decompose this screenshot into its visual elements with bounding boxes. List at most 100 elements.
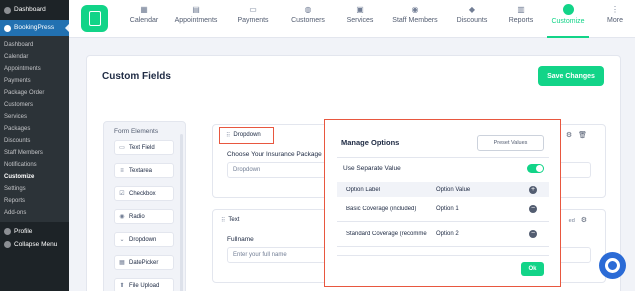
- nav-services[interactable]: ▣ Services: [343, 6, 377, 38]
- wp-submenu-dashboard[interactable]: Dashboard: [0, 39, 69, 51]
- use-separate-value-toggle[interactable]: [527, 164, 544, 173]
- appointments-icon: ▤: [192, 5, 200, 14]
- table-row: Basic Coverage (included) Option 1 −: [337, 197, 549, 222]
- lifebuoy-icon: [605, 258, 620, 273]
- wp-submenu-appointments[interactable]: Appointments: [0, 63, 69, 75]
- options-table: Option Label Option Value + Basic Covera…: [337, 182, 549, 247]
- radio-icon: ◉: [119, 213, 125, 220]
- form-elements-panel: Form Elements ▭ Text Field ≡ Textarea ☑ …: [103, 121, 186, 291]
- option-value-cell[interactable]: Option 2: [436, 231, 459, 237]
- reports-icon: ▥: [517, 5, 525, 14]
- option-label-cell[interactable]: Basic Coverage (included): [346, 206, 430, 212]
- wp-submenu-services[interactable]: Services: [0, 111, 69, 123]
- form-element-checkbox[interactable]: ☑ Checkbox: [114, 186, 174, 201]
- nav-customers-label: Customers: [291, 17, 325, 24]
- wp-submenu-payments[interactable]: Payments: [0, 75, 69, 87]
- wp-submenu-staff-members[interactable]: Staff Members: [0, 147, 69, 159]
- add-option-icon[interactable]: +: [529, 185, 537, 194]
- text-field-actions: ed ⚙: [569, 216, 587, 224]
- nav-reports[interactable]: ▥ Reports: [507, 6, 535, 38]
- option-label-header: Option Label: [346, 186, 381, 193]
- form-element-label: Text Field: [129, 144, 155, 151]
- nav-customize[interactable]: Customize: [547, 4, 589, 38]
- nav-more-label: More: [607, 17, 623, 24]
- form-element-file-upload[interactable]: ⬆ File Upload: [114, 278, 174, 291]
- drag-handle-icon[interactable]: ⠿: [221, 217, 226, 224]
- wp-menu-profile[interactable]: Profile: [0, 225, 69, 238]
- manage-options-title: Manage Options: [341, 138, 400, 147]
- dropdown-field-type-highlight[interactable]: ⠿ Dropdown: [219, 126, 274, 144]
- use-separate-value-label: Use Separate Value: [343, 165, 401, 172]
- ok-button[interactable]: Ok: [521, 262, 544, 276]
- text-field-placeholder: Enter your full name: [233, 252, 287, 258]
- wp-menu-dashboard[interactable]: Dashboard: [0, 0, 69, 20]
- form-element-label: File Upload: [129, 282, 160, 289]
- nav-calendar-label: Calendar: [129, 17, 159, 24]
- form-element-dropdown[interactable]: ⌄ Dropdown: [114, 232, 174, 247]
- option-value-cell[interactable]: Option 1: [436, 206, 459, 212]
- drag-handle-icon[interactable]: ⠿: [226, 132, 231, 139]
- table-row: Standard Coverage (recomme Option 2 −: [337, 222, 549, 247]
- wp-menu-bookingpress[interactable]: BookingPress: [0, 20, 69, 36]
- wp-submenu-add-ons[interactable]: Add-ons: [0, 207, 69, 219]
- delete-icon[interactable]: 🗑: [578, 132, 587, 139]
- nav-payments[interactable]: ▭ Payments: [235, 6, 271, 38]
- wp-submenu-discounts[interactable]: Discounts: [0, 135, 69, 147]
- form-elements-title: Form Elements: [114, 128, 159, 135]
- bookingpress-logo[interactable]: [81, 5, 108, 32]
- form-element-label: Radio: [129, 213, 145, 220]
- logo-mark-icon: [88, 11, 101, 26]
- wp-submenu-settings[interactable]: Settings: [0, 183, 69, 195]
- options-table-header: Option Label Option Value +: [337, 182, 549, 197]
- wp-menu-dashboard-label: Dashboard: [14, 6, 46, 13]
- services-icon: ▣: [356, 5, 364, 14]
- wp-submenu-calendar[interactable]: Calendar: [0, 51, 69, 63]
- settings-gear-icon[interactable]: ⚙: [581, 217, 587, 224]
- bookingpress-icon: [4, 24, 11, 32]
- customize-icon: [562, 4, 574, 15]
- form-elements-scrollbar[interactable]: [180, 134, 183, 291]
- more-icon: ⋮: [611, 5, 619, 14]
- wp-menu-profile-label: Profile: [14, 228, 33, 235]
- profile-icon: [4, 228, 11, 235]
- payments-icon: ▭: [249, 5, 257, 14]
- settings-gear-icon[interactable]: ⚙: [566, 132, 572, 139]
- option-value-header: Option Value: [436, 186, 471, 193]
- file-upload-icon: ⬆: [119, 282, 125, 289]
- option-label-cell[interactable]: Standard Coverage (recomme: [346, 231, 430, 237]
- top-nav: ▦ Calendar ▤ Appointments ▭ Payments ◍ C…: [69, 0, 635, 38]
- remove-option-icon[interactable]: −: [529, 230, 537, 238]
- form-element-textarea[interactable]: ≡ Textarea: [114, 163, 174, 178]
- help-chat-button[interactable]: [599, 252, 626, 279]
- save-changes-button[interactable]: Save Changes: [538, 66, 604, 86]
- form-element-label: Textarea: [129, 167, 153, 174]
- datepicker-icon: ▦: [119, 259, 125, 266]
- nav-customers[interactable]: ◍ Customers: [289, 6, 327, 38]
- dropdown-icon: ⌄: [119, 236, 125, 243]
- divider: [337, 255, 549, 256]
- nav-reports-label: Reports: [508, 17, 534, 24]
- preset-values-button[interactable]: Preset Values: [477, 135, 544, 151]
- wp-submenu-package-order[interactable]: Package Order: [0, 87, 69, 99]
- wp-submenu-reports[interactable]: Reports: [0, 195, 69, 207]
- wp-submenu-customize[interactable]: Customize: [0, 171, 69, 183]
- remove-option-icon[interactable]: −: [529, 205, 537, 213]
- nav-discounts[interactable]: ◆ Discounts: [454, 6, 490, 38]
- wp-submenu-packages[interactable]: Packages: [0, 123, 69, 135]
- customers-icon: ◍: [304, 5, 312, 14]
- wp-submenu-customers[interactable]: Customers: [0, 99, 69, 111]
- nav-staff-members[interactable]: ◉ Staff Members: [391, 6, 439, 38]
- wp-collapse-menu[interactable]: Collapse Menu: [0, 238, 69, 251]
- form-element-label: Dropdown: [129, 236, 157, 243]
- form-element-text-field[interactable]: ▭ Text Field: [114, 140, 174, 155]
- nav-appointments[interactable]: ▤ Appointments: [172, 6, 220, 38]
- text-field-icon: ▭: [119, 144, 125, 151]
- wp-menu-bookingpress-label: BookingPress: [14, 24, 55, 31]
- calendar-icon: ▦: [140, 5, 148, 14]
- nav-more[interactable]: ⋮ More: [602, 6, 628, 38]
- form-element-radio[interactable]: ◉ Radio: [114, 209, 174, 224]
- nav-calendar[interactable]: ▦ Calendar: [124, 6, 164, 38]
- wp-submenu-notifications[interactable]: Notifications: [0, 159, 69, 171]
- form-element-datepicker[interactable]: ▦ DatePicker: [114, 255, 174, 270]
- nav-discounts-label: Discounts: [456, 17, 488, 24]
